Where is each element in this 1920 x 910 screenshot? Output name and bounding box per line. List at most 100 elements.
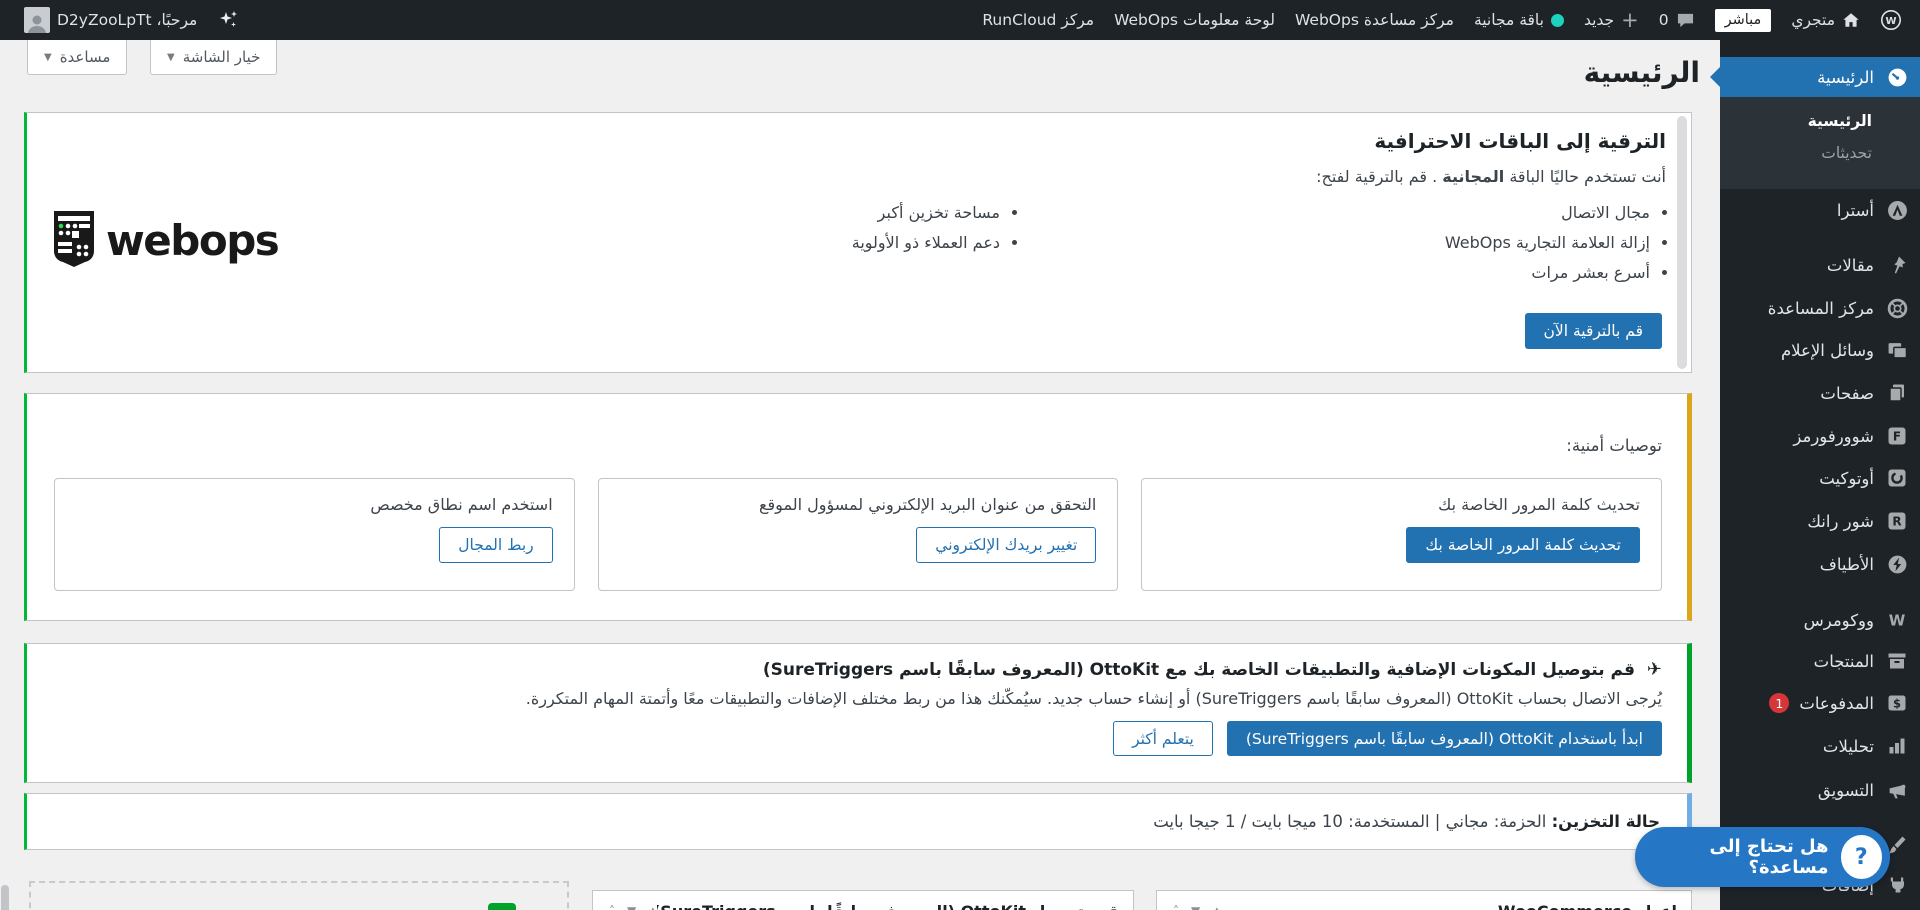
megaphone-icon xyxy=(1884,777,1910,803)
scrollbar-thumb[interactable] xyxy=(1,885,9,910)
sidebar-item-marketing[interactable]: التسويق xyxy=(1720,770,1920,810)
change-email-button[interactable]: تغيير بريدك الإلكتروني xyxy=(916,527,1097,563)
sidebar-item-label: التسويق xyxy=(1817,780,1874,800)
plug-icon xyxy=(1884,872,1910,898)
sidebar-item-label: صفحات xyxy=(1820,383,1874,403)
sureforms-f-icon: F xyxy=(1884,423,1910,449)
sidebar-item-label: المنتجات xyxy=(1813,651,1874,671)
move-down-icon[interactable]: ▼ xyxy=(1191,904,1200,910)
sidebar-item-label: تحليلات xyxy=(1822,736,1874,756)
screen-options-tab-button[interactable]: خيار الشاشة ▼ xyxy=(150,40,278,75)
plan-menu[interactable]: باقة مجانية xyxy=(1464,0,1574,40)
webops-logo-text: webops xyxy=(106,216,280,265)
webops-dashboard-label: لوحة معلومات WebOps xyxy=(1114,11,1276,29)
avatar xyxy=(24,7,50,33)
upgrade-now-button[interactable]: قم بالترقية الآن xyxy=(1524,313,1662,349)
svg-text:R: R xyxy=(1892,515,1901,529)
ottokit-learn-more-button[interactable]: يتعلم أكثر xyxy=(1113,721,1213,756)
woocommerce-setup-metabox: إعداد WooCommerce ▲ ▼ ˄ xyxy=(1156,890,1692,910)
sidebar-item-posts[interactable]: مقالات xyxy=(1720,245,1920,285)
panel-scrollbar[interactable] xyxy=(1677,116,1687,369)
need-help-button[interactable]: ? هل تحتاج إلى مساعدة؟ xyxy=(1635,827,1890,887)
security-cards-row: تحديث كلمة المرور الخاصة بك تحديث كلمة ا… xyxy=(53,478,1662,591)
webops-logo-icon xyxy=(51,209,97,273)
verify-admin-email-card: التحقق من عنوان البريد الإلكتروني لمسؤول… xyxy=(597,478,1119,591)
feature-item: دعم العملاء ذو الأولوية xyxy=(366,228,1000,258)
question-mark-icon: ? xyxy=(1840,835,1882,879)
ottokit-metabox: قم بتوصيل OttoKit (المعروف سابقًا باسم S… xyxy=(592,890,1134,910)
sidebar-item-woocommerce[interactable]: W ووكومرس xyxy=(1720,600,1920,640)
screen-options-label: خيار الشاشة xyxy=(182,48,261,66)
wordpress-logo-menu[interactable]: W xyxy=(1870,0,1912,40)
ottokit-connect-panel: ✈ قم بتوصيل المكونات الإضافية والتطبيقات… xyxy=(24,643,1692,783)
card-text: استخدم اسم نطاق مخصص xyxy=(370,495,553,514)
home-icon xyxy=(1842,11,1860,29)
new-content-menu[interactable]: + جديد xyxy=(1574,0,1649,40)
sidebar-item-label: ووكومرس xyxy=(1803,610,1874,630)
update-password-card: تحديث كلمة المرور الخاصة بك تحديث كلمة ا… xyxy=(1141,478,1662,591)
sidebar-item-products[interactable]: المنتجات xyxy=(1720,641,1920,681)
security-recommendations-label: توصيات أمنية: xyxy=(1566,436,1662,455)
astra-logo-icon xyxy=(1884,197,1910,223)
webops-help-center-link[interactable]: مركز مساعدة WebOps xyxy=(1285,0,1464,40)
user-account-menu[interactable]: مرحبًا، D2yZooLpTt xyxy=(14,0,207,40)
sidebar-item-pages[interactable]: صفحات xyxy=(1720,373,1920,413)
sidebar-item-label: الأطياف xyxy=(1819,554,1874,574)
sidebar-item-label: الرئيسية xyxy=(1817,67,1874,87)
plan-label: باقة مجانية xyxy=(1473,11,1544,29)
caret-down-icon: ▼ xyxy=(44,51,52,63)
page-scrollbar[interactable] xyxy=(0,40,10,910)
sidebar-item-payments[interactable]: $ المدفوعات 1 xyxy=(1720,683,1920,723)
sidebar-item-astra[interactable]: أسترا xyxy=(1720,190,1920,230)
spectra-bolt-icon xyxy=(1884,551,1910,577)
webops-help-center-label: مركز مساعدة WebOps xyxy=(1295,11,1454,29)
toggle-panel-icon[interactable]: ˄ xyxy=(1173,904,1179,910)
move-up-icon[interactable]: ▲ xyxy=(648,904,657,910)
webops-dashboard-link[interactable]: لوحة معلومات WebOps xyxy=(1104,0,1285,40)
sidebar-item-label: شور رانك xyxy=(1807,511,1874,531)
site-name-menu[interactable]: متجري xyxy=(1781,0,1870,40)
ottokit-description: يُرجى الاتصال بحساب OttoKit (المعروف ساب… xyxy=(525,689,1662,708)
update-password-button[interactable]: تحديث كلمة المرور الخاصة بك xyxy=(1406,527,1640,563)
sidebar-item-sureforms[interactable]: F شوورفورمز xyxy=(1720,416,1920,456)
sidebar-item-surerank[interactable]: R شور رانك xyxy=(1720,501,1920,541)
submenu-item-updates[interactable]: تحديثات xyxy=(1720,137,1920,169)
sidebar-item-spectra[interactable]: الأطياف xyxy=(1720,544,1920,584)
sidebar-item-dashboard[interactable]: الرئيسية xyxy=(1710,57,1920,97)
sidebar-item-label: وسائل الإعلام xyxy=(1780,340,1874,360)
security-recommendations-panel: توصيات أمنية: تحديث كلمة المرور الخاصة ب… xyxy=(24,393,1692,621)
card-text: تحديث كلمة المرور الخاصة بك xyxy=(1438,495,1640,514)
sidebar-item-analytics[interactable]: تحليلات xyxy=(1720,726,1920,766)
lifering-icon xyxy=(1884,295,1910,321)
svg-text:$: $ xyxy=(1893,697,1901,711)
pushpin-icon xyxy=(1884,252,1910,278)
sparkles-menu[interactable] xyxy=(207,0,251,40)
move-up-icon[interactable]: ▲ xyxy=(1212,904,1221,910)
toggle-panel-icon[interactable]: ˄ xyxy=(609,904,615,910)
sidebar-item-label: مقالات xyxy=(1826,255,1874,275)
metabox-controls: ▲ ▼ ˄ xyxy=(1171,904,1221,910)
metabox-title: قم بتوصيل OttoKit (المعروف سابقًا باسم S… xyxy=(657,902,1119,910)
dashboard-submenu: الرئيسية تحديثات xyxy=(1720,97,1920,189)
sidebar-item-label: شوورفورمز xyxy=(1793,426,1874,446)
metabox-title: إعداد WooCommerce xyxy=(1498,902,1677,910)
sidebar-item-media[interactable]: وسائل الإعلام xyxy=(1720,330,1920,370)
help-tab-button[interactable]: مساعدة ▼ xyxy=(27,40,128,75)
sidebar-item-help-center[interactable]: مركز المساعدة xyxy=(1720,288,1920,328)
comments-menu[interactable]: 0 xyxy=(1649,0,1705,40)
wordpress-admin-dashboard: { "colors": { "accent": "#2271b1", "succ… xyxy=(0,0,1920,910)
custom-domain-card: استخدم اسم نطاق مخصص ربط المجال xyxy=(53,478,575,591)
product-box-icon xyxy=(1884,648,1910,674)
metabox-header: إعداد WooCommerce ▲ ▼ ˄ xyxy=(1157,891,1691,910)
move-down-icon[interactable]: ▼ xyxy=(627,904,636,910)
link-domain-button[interactable]: ربط المجال xyxy=(439,527,553,563)
runcloud-hub-link[interactable]: مركز RunCloud xyxy=(972,0,1104,40)
ottokit-start-button[interactable]: ابدأ باستخدام OttoKit (المعروف سابقًا با… xyxy=(1226,721,1662,756)
dashboard-gauge-icon xyxy=(1884,64,1910,90)
submenu-item-home[interactable]: الرئيسية xyxy=(1720,105,1920,137)
payments-dollar-icon: $ xyxy=(1884,690,1910,716)
ottokit-title-text: قم بتوصيل المكونات الإضافية والتطبيقات ا… xyxy=(762,660,1635,680)
sidebar-item-ottokit[interactable]: أوتوكيت xyxy=(1720,458,1920,498)
svg-text:W: W xyxy=(1885,16,1896,27)
environment-badge: مباشر xyxy=(1705,0,1782,40)
